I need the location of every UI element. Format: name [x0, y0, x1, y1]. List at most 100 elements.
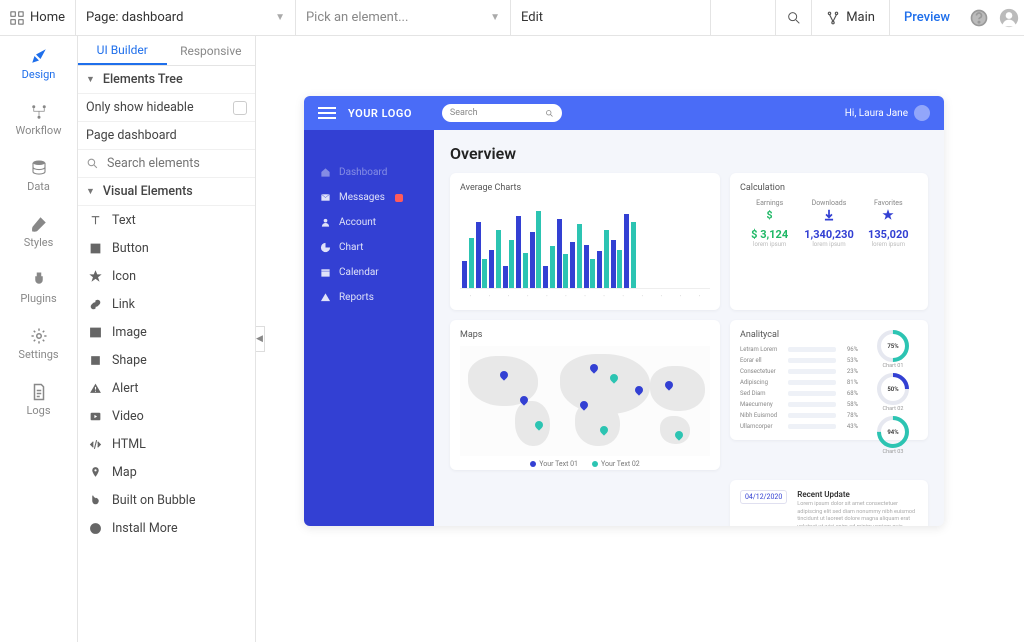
analytical-label: Adipiscing [740, 379, 784, 386]
nav-account[interactable]: Account [304, 210, 434, 235]
analytical-row: Adipiscing81% [740, 379, 858, 386]
nav-messages[interactable]: Messages [304, 185, 434, 210]
average-charts-card: Average Charts ············· [450, 173, 720, 310]
dashboard-search[interactable]: Search [442, 104, 562, 122]
analytical-pct: 23% [840, 368, 858, 375]
analytical-pct: 53% [840, 357, 858, 364]
rail-item-styles[interactable]: Styles [0, 204, 77, 260]
visual-element-item[interactable]: Icon [78, 262, 255, 290]
visual-element-item[interactable]: Text [78, 206, 255, 234]
element-picker[interactable]: Pick an element... ▼ [296, 0, 511, 35]
element-type-label: HTML [112, 437, 146, 452]
rail-item-design[interactable]: Design [0, 36, 77, 92]
notification-badge [395, 194, 403, 202]
visual-element-item[interactable]: Image [78, 318, 255, 346]
rail-label: Workflow [16, 124, 62, 137]
element-type-icon [88, 242, 102, 255]
panel-collapse-handle[interactable]: ◀ [256, 326, 265, 352]
apps-grid-icon [10, 11, 24, 25]
rail-item-workflow[interactable]: Workflow [0, 92, 77, 148]
page-dashboard-row[interactable]: Page dashboard [78, 122, 255, 150]
dashboard-preview[interactable]: YOUR LOGO Search Hi, Laura Jane Dashboar… [304, 96, 944, 526]
element-type-label: Icon [112, 269, 136, 284]
elements-tree-toggle[interactable]: ▼ Elements Tree [78, 66, 255, 94]
element-type-icon [88, 298, 102, 311]
recent-title: Recent Update [797, 490, 918, 499]
analytical-label: Sed Diam [740, 390, 784, 397]
calc-value: 135,020 [859, 228, 918, 241]
home-button[interactable]: Home [0, 0, 76, 35]
visual-element-item[interactable]: Install More [78, 514, 255, 542]
element-type-label: Alert [112, 381, 138, 396]
top-toolbar: Home Page: dashboard ▼ Pick an element..… [0, 0, 1024, 36]
rail-label: Plugins [20, 292, 56, 305]
element-type-icon [88, 326, 102, 339]
search-elements-row [78, 150, 255, 178]
logo-text: YOUR LOGO [348, 107, 412, 120]
hamburger-icon[interactable] [318, 107, 336, 119]
bar-chart-xaxis: ············· [460, 293, 710, 300]
search-button[interactable] [775, 0, 811, 35]
nav-calendar[interactable]: Calendar [304, 260, 434, 285]
recent-date: 04/12/2020 [740, 490, 787, 504]
element-type-label: Text [112, 213, 136, 228]
visual-elements-list: Text Button Icon LinkImageShape Alert Video HT… [78, 206, 255, 542]
nav-chart[interactable]: Chart [304, 235, 434, 260]
rail-item-data[interactable]: Data [0, 148, 77, 204]
visual-element-item[interactable]: Video [78, 402, 255, 430]
tab-ui-builder[interactable]: UI Builder [78, 36, 167, 65]
visual-element-item[interactable]: Button [78, 234, 255, 262]
gear-icon [30, 327, 48, 345]
vertical-nav-rail: Design Workflow Data Styles Plugins Sett… [0, 36, 78, 642]
alert-icon [320, 292, 331, 303]
nav-label: Reports [339, 292, 374, 303]
hideable-checkbox[interactable] [233, 101, 247, 115]
card-title: Calculation [740, 183, 918, 193]
element-type-label: Built on Bubble [112, 493, 195, 508]
analytical-label: Maecumeny [740, 401, 784, 408]
legend-item: Your Text 01 [530, 460, 578, 468]
visual-element-item[interactable]: Built on Bubble [78, 486, 255, 514]
dashboard-body: Dashboard Messages Account Chart Calenda… [304, 130, 944, 526]
analytical-label: Consectetuer [740, 368, 784, 375]
visual-element-item[interactable]: Alert [78, 374, 255, 402]
branch-selector[interactable]: Main [811, 0, 889, 35]
rail-label: Logs [26, 404, 50, 417]
analytical-card: Analitycal Letram Lorem96%Eorar ell53%Co… [730, 320, 928, 440]
search-elements-input[interactable] [107, 156, 256, 171]
dashboard-main: Overview Average Charts ············· Ca… [434, 130, 944, 526]
analytical-row: Consectetuer 23% [740, 368, 858, 375]
design-canvas[interactable]: ◀ YOUR LOGO Search Hi, Laura Jane Dashbo… [256, 36, 1024, 642]
only-show-hideable-row[interactable]: Only show hideable [78, 94, 255, 122]
visual-element-item[interactable]: HTML [78, 430, 255, 458]
progress-ring: 75% [877, 330, 909, 362]
tab-responsive[interactable]: Responsive [167, 36, 256, 65]
nav-reports[interactable]: Reports [304, 285, 434, 310]
analytical-label: Nibh Euismod [740, 412, 784, 419]
visual-elements-toggle[interactable]: ▼ Visual Elements [78, 178, 255, 206]
edit-mode-dropdown[interactable]: Edit [511, 0, 711, 35]
visual-element-item[interactable]: Map [78, 458, 255, 486]
tab-label: UI Builder [97, 43, 148, 57]
rail-item-plugins[interactable]: Plugins [0, 260, 77, 316]
page-selector[interactable]: Page: dashboard ▼ [76, 0, 296, 35]
nav-label: Calendar [339, 267, 379, 278]
chevron-down-icon: ▼ [275, 12, 285, 23]
account-avatar[interactable] [994, 8, 1024, 28]
help-button[interactable] [964, 8, 994, 28]
preview-button[interactable]: Preview [889, 0, 964, 35]
ring-value: 94% [881, 420, 905, 444]
nav-dashboard[interactable]: Dashboard [304, 160, 434, 185]
user-greeting[interactable]: Hi, Laura Jane [845, 105, 930, 121]
rail-label: Design [22, 68, 56, 81]
user-avatar-icon [914, 105, 930, 121]
pie-icon [320, 242, 331, 253]
visual-element-item[interactable]: Link [78, 290, 255, 318]
visual-element-item[interactable]: Shape [78, 346, 255, 374]
rail-item-settings[interactable]: Settings [0, 316, 77, 372]
dollar-icon: $ [763, 208, 777, 222]
rail-item-logs[interactable]: Logs [0, 372, 77, 428]
card-title: Maps [460, 330, 710, 340]
document-icon [30, 383, 48, 401]
rail-label: Data [27, 180, 50, 193]
